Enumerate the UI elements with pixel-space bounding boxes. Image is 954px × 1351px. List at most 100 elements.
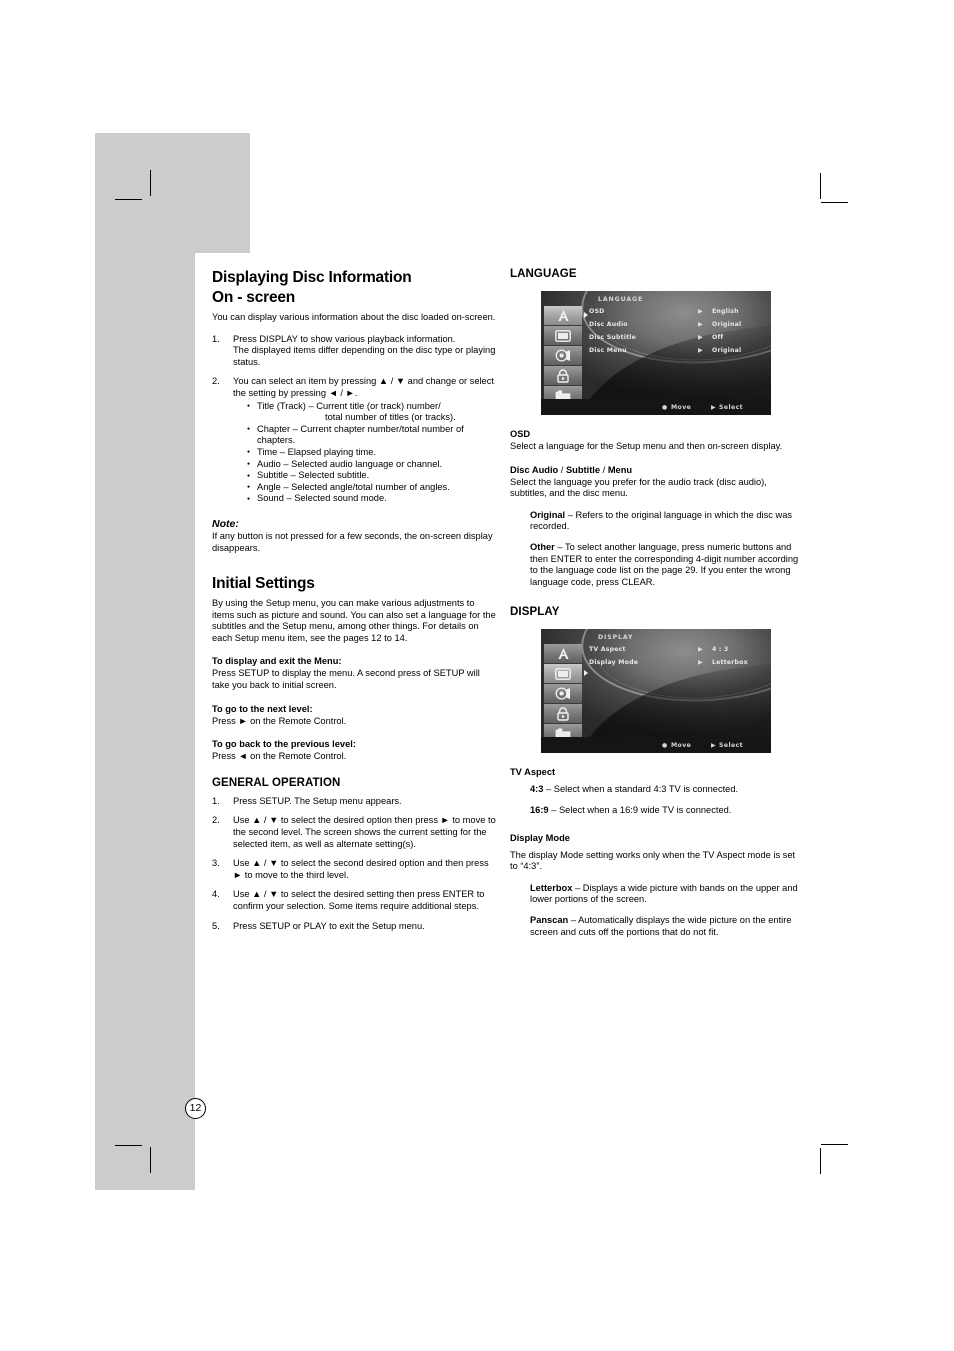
language-osd-footer-move: Move: [671, 403, 692, 411]
bullet-chapter: Chapter – Current chapter number/total n…: [247, 423, 498, 447]
general-step-5: 5. Press SETUP or PLAY to exit the Setup…: [212, 921, 498, 933]
bullet-sound: Sound – Selected sound mode.: [247, 493, 498, 506]
next-level-heading: To go to the next level:: [212, 703, 313, 714]
display-step-2-number: 2.: [212, 376, 220, 387]
bullet-title-track-cont: total number of titles (or tracks).: [325, 412, 456, 423]
manual-page: 12 Displaying Disc Information On - scre…: [0, 0, 954, 1351]
general-step-1-number: 1.: [212, 795, 220, 806]
osd-row-disc-subtitle-label: Disc Subtitle: [589, 334, 637, 341]
lock-icon[interactable]: [544, 366, 582, 386]
general-step-3-text: Use ▲ / ▼ to select the second desired o…: [233, 858, 489, 880]
tv-aspect-43-definition: 4:3 – Select when a standard 4:3 TV is c…: [510, 784, 804, 796]
crop-mark-bottom-left-vertical: [150, 1147, 151, 1173]
crop-mark-top-left-horizontal: [115, 199, 142, 200]
original-definition: Original – Refers to the original langua…: [510, 510, 804, 533]
osd-row-tv-aspect[interactable]: TV Aspect ▶ 4 : 3: [585, 644, 768, 657]
language-heading: LANGUAGE: [510, 268, 577, 280]
osd-row-disc-subtitle-marker: ▶: [698, 334, 703, 341]
other-term: Other: [530, 541, 555, 552]
letterbox-term: Letterbox: [530, 882, 573, 893]
osd-body: Select a language for the Setup menu and…: [510, 441, 783, 451]
display-osd-sidebar: [544, 644, 588, 745]
display-step-1: 1. Press DISPLAY to show various playbac…: [212, 334, 498, 369]
grey-block-side: [95, 133, 195, 1190]
display-step-1-line1: Press DISPLAY to show various playback i…: [233, 333, 456, 344]
disc-audio-body: Select the language you prefer for the a…: [510, 476, 767, 499]
display-osd-footer-select: Select: [719, 741, 743, 749]
audio-icon-glyph: [555, 349, 570, 362]
general-step-3-number: 3.: [212, 858, 220, 869]
general-step-5-number: 5.: [212, 920, 220, 931]
audio-icon[interactable]: [544, 346, 582, 366]
display-icon[interactable]: [544, 326, 582, 346]
osd-row-disc-audio-label: Disc Audio: [589, 321, 628, 328]
general-step-4-text: Use ▲ / ▼ to select the desired setting …: [233, 889, 485, 911]
display-icon[interactable]: [544, 664, 588, 685]
osd-row-disc-menu-marker: ▶: [698, 347, 703, 354]
osd-row-tv-aspect-value: 4 : 3: [712, 646, 729, 654]
prev-level-heading: To go back to the previous level:: [212, 739, 356, 750]
general-operation-list: 1. Press SETUP. The Setup menu appears. …: [212, 796, 498, 932]
bullet-audio-text: Audio – Selected audio language or chann…: [257, 458, 443, 469]
language-osd-title: LANGUAGE: [598, 296, 644, 303]
original-def: – Refers to the original language in whi…: [530, 509, 793, 532]
subtitle-part: Subtitle: [565, 464, 601, 475]
osd-row-disc-subtitle-value: Off: [712, 334, 724, 341]
tv-aspect-169-term: 16:9: [530, 804, 549, 815]
language-icon-glyph: [557, 310, 569, 321]
lock-icon-glyph: [557, 707, 569, 721]
display-step-2: 2. You can select an item by pressing ▲ …: [212, 376, 498, 505]
osd-row-disc-menu-value: Original: [712, 347, 742, 354]
disc-audio-subtitle-menu-heading: Disc Audio / Subtitle / Menu: [510, 465, 804, 475]
audio-icon[interactable]: [544, 684, 582, 705]
crop-mark-bottom-right-vertical: [820, 1148, 821, 1174]
menu-part: Menu: [607, 464, 633, 475]
tv-aspect-169-definition: 16:9 – Select when a 16:9 wide TV is con…: [510, 805, 804, 817]
bullet-sound-text: Sound – Selected sound mode.: [257, 493, 387, 504]
move-glyph-icon: ●: [662, 404, 668, 411]
language-osd-sidebar: [544, 306, 588, 406]
display-info-bullets: Title (Track) – Current title (or track)…: [233, 400, 498, 506]
general-step-2-number: 2.: [212, 815, 220, 826]
language-osd-screenshot: LANGUAGE OSD ▶ English Disc Audio ▶ Orig…: [541, 291, 771, 415]
language-osd-footer: ● Move ▶ Select: [541, 399, 771, 415]
osd-row-display-mode-marker: ▶: [698, 659, 703, 667]
prev-level-body: Press ◄ on the Remote Control.: [212, 751, 347, 762]
display-icon-glyph: [555, 329, 571, 342]
page-title-line2: On - screen: [212, 289, 296, 306]
language-icon-arrow: [584, 312, 588, 318]
page-title-line1: Displaying Disc Information: [212, 269, 412, 286]
crop-mark-bottom-left-horizontal: [115, 1145, 142, 1146]
crop-mark-top-left-vertical: [150, 170, 151, 196]
bullet-chapter-text: Chapter – Current chapter number/total n…: [257, 423, 464, 446]
page-number: 12: [185, 1098, 206, 1119]
bullet-subtitle: Subtitle – Selected subtitle.: [247, 470, 498, 483]
osd-row-disc-menu[interactable]: Disc Menu ▶ Original: [585, 345, 768, 358]
display-steps-list: 1. Press DISPLAY to show various playbac…: [212, 334, 498, 506]
tv-aspect-heading: TV Aspect: [510, 767, 556, 778]
display-osd-screenshot: DISPLAY TV Aspect ▶ 4: 3 Display Mode ▶…: [541, 629, 771, 754]
disc-audio-part: Disc Audio: [510, 464, 559, 475]
language-icon[interactable]: [544, 306, 588, 326]
osd-row-osd[interactable]: OSD ▶ English: [585, 306, 768, 319]
osd-row-disc-subtitle[interactable]: Disc Subtitle ▶ Off: [585, 332, 768, 345]
osd-row-disc-audio[interactable]: Disc Audio ▶ Original: [585, 319, 768, 332]
display-mode-heading: Display Mode: [510, 832, 570, 843]
sep-1: /: [558, 464, 566, 475]
display-heading: DISPLAY: [510, 606, 560, 619]
display-mode-body: The display Mode setting works only when…: [510, 849, 796, 872]
crop-mark-top-right-horizontal: [821, 202, 848, 203]
osd-row-display-mode[interactable]: Display Mode ▶ Letterbox: [585, 657, 768, 670]
language-icon-glyph: [557, 648, 569, 660]
language-osd-panel: OSD ▶ English Disc Audio ▶ Original Disc…: [585, 306, 768, 397]
crop-mark-bottom-right-horizontal: [821, 1144, 848, 1145]
language-icon[interactable]: [544, 644, 582, 665]
original-term: Original: [530, 509, 566, 520]
bullet-audio: Audio – Selected audio language or chann…: [247, 458, 498, 471]
panscan-definition: Panscan – Automatically displays the wid…: [510, 915, 804, 938]
display-exit-body: Press SETUP to display the menu. A secon…: [212, 668, 480, 691]
initial-settings-body: By using the Setup menu, you can make va…: [212, 598, 496, 643]
lock-icon[interactable]: [544, 704, 582, 725]
tv-aspect-169-def: – Select when a 16:9 wide TV is connecte…: [548, 804, 732, 815]
panscan-def: – Automatically displays the wide pictur…: [530, 914, 792, 937]
